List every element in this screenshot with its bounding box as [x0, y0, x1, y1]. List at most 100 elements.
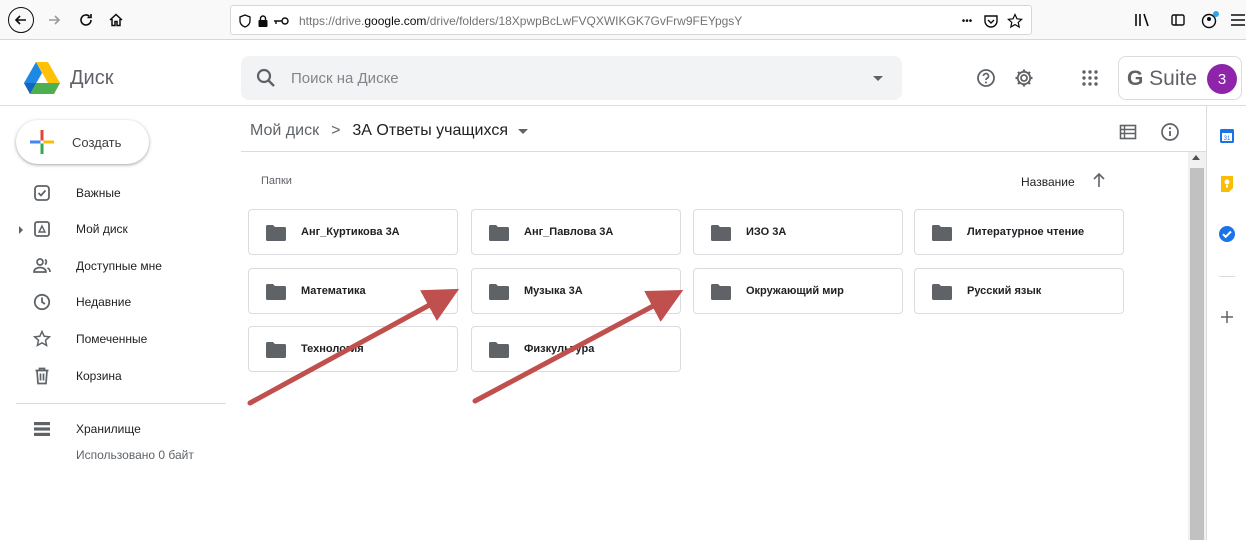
back-arrow-icon[interactable]: [8, 7, 34, 33]
folder-card[interactable]: Окружающий мир: [693, 268, 903, 314]
folder-name: ИЗО 3А: [746, 226, 787, 238]
people-icon: [32, 256, 52, 276]
side-panel-divider: [1219, 276, 1235, 277]
scrollbar-thumb[interactable]: [1190, 168, 1204, 540]
pocket-icon[interactable]: [983, 13, 999, 29]
folder-name: Музыка 3А: [524, 285, 583, 297]
info-icon[interactable]: [1159, 121, 1181, 143]
sidebar-item-storage[interactable]: Хранилище: [0, 414, 226, 446]
trash-icon: [32, 366, 52, 386]
drive-icon: [32, 219, 52, 239]
sidebar-item-my-drive[interactable]: Мой диск: [0, 214, 226, 246]
search-input[interactable]: [291, 66, 851, 90]
create-button[interactable]: Создать: [16, 120, 149, 164]
star-icon: [32, 329, 52, 349]
sidebar-item-label: Хранилище: [76, 422, 141, 436]
sidebar-toggle-icon[interactable]: [1168, 10, 1188, 30]
sidebar-item-priority[interactable]: Важные: [0, 178, 226, 210]
list-view-icon[interactable]: [1117, 121, 1139, 143]
browser-toolbar: https://drive.google.com/drive/folders/1…: [0, 0, 1246, 40]
breadcrumb-separator: >: [331, 122, 341, 139]
folder-name: Технология: [301, 343, 364, 355]
sidebar-item-recent[interactable]: Недавние: [0, 287, 226, 319]
folder-icon: [489, 284, 509, 300]
key-icon[interactable]: [273, 13, 289, 29]
folder-icon: [711, 284, 731, 300]
shield-icon[interactable]: [237, 13, 253, 29]
plus-icon: [30, 130, 54, 154]
url-bar[interactable]: https://drive.google.com/drive/folders/1…: [230, 5, 1032, 35]
expand-arrow-icon[interactable]: [19, 226, 23, 234]
arrow-up-icon[interactable]: [1091, 171, 1107, 189]
checkbox-icon: [32, 183, 52, 203]
url-text[interactable]: https://drive.google.com/drive/folders/1…: [299, 14, 742, 28]
calendar-icon[interactable]: 31: [1217, 126, 1237, 146]
folder-name: Русский язык: [967, 285, 1042, 297]
forward-arrow-icon[interactable]: [42, 8, 66, 32]
folder-name: Анг_Павлова 3А: [524, 226, 614, 238]
folder-card[interactable]: Литературное чтение: [914, 209, 1124, 255]
folder-name: Анг_Куртикова 3А: [301, 226, 400, 238]
avatar[interactable]: 3: [1207, 64, 1237, 94]
search-options-icon[interactable]: [873, 76, 883, 81]
reload-icon[interactable]: [74, 8, 98, 32]
folder-name: Окружающий мир: [746, 285, 844, 297]
sort-by-name-button[interactable]: Название: [1021, 175, 1075, 189]
folder-icon: [489, 225, 509, 241]
folder-icon: [266, 342, 286, 358]
create-button-label: Создать: [72, 135, 122, 150]
sidebar-item-label: Недавние: [76, 295, 132, 309]
folder-card[interactable]: Музыка 3А: [471, 268, 681, 314]
more-icon[interactable]: •••: [959, 13, 975, 29]
apps-grid-icon[interactable]: [1077, 65, 1103, 91]
sidebar-item-label: Доступные мне: [76, 259, 162, 273]
settings-gear-icon[interactable]: [1011, 65, 1037, 91]
breadcrumb: Мой диск > 3А Ответы учащихся: [250, 122, 528, 140]
sidebar-item-shared[interactable]: Доступные мне: [0, 251, 226, 283]
drive-header: Диск G Suite 3: [0, 40, 1246, 106]
side-panel: 31: [1206, 106, 1246, 540]
breadcrumb-current-folder[interactable]: 3А Ответы учащихся: [352, 122, 508, 140]
folder-name: Литературное чтение: [967, 226, 1085, 238]
account-icon[interactable]: [1200, 10, 1220, 30]
folder-icon: [932, 284, 952, 300]
sidebar-item-label: Важные: [76, 186, 121, 200]
sidebar-divider: [16, 403, 226, 404]
add-addon-plus-icon[interactable]: [1217, 307, 1237, 327]
chevron-down-icon[interactable]: [517, 128, 528, 134]
folder-name: Физкультура: [524, 343, 595, 355]
folder-name: Математика: [301, 285, 366, 297]
menu-icon[interactable]: [1228, 10, 1246, 30]
folder-card[interactable]: Русский язык: [914, 268, 1124, 314]
folder-card[interactable]: Математика: [248, 268, 458, 314]
folder-icon: [711, 225, 731, 241]
folder-card[interactable]: Технология: [248, 326, 458, 372]
search-icon[interactable]: [255, 67, 277, 89]
lock-icon[interactable]: [255, 13, 271, 29]
folder-card[interactable]: ИЗО 3А: [693, 209, 903, 255]
library-icon[interactable]: [1133, 10, 1153, 30]
search-box[interactable]: [241, 56, 902, 100]
main-divider: [241, 151, 1206, 152]
sidebar-item-starred[interactable]: Помеченные: [0, 324, 226, 356]
scroll-up-arrow-icon[interactable]: [1192, 155, 1200, 160]
drive-logo-icon[interactable]: [24, 62, 60, 94]
folders-section-label: Папки: [261, 175, 292, 187]
sidebar-item-trash[interactable]: Корзина: [0, 361, 226, 393]
sidebar-item-label: Помеченные: [76, 332, 148, 346]
breadcrumb-root[interactable]: Мой диск: [250, 122, 319, 140]
gsuite-logo-text: G Suite: [1127, 67, 1198, 90]
folder-card[interactable]: Анг_Куртикова 3А: [248, 209, 458, 255]
folder-icon: [266, 284, 286, 300]
folder-card[interactable]: Анг_Павлова 3А: [471, 209, 681, 255]
home-icon[interactable]: [104, 8, 128, 32]
keep-icon[interactable]: [1217, 174, 1237, 194]
folder-icon: [932, 225, 952, 241]
folder-card[interactable]: Физкультура: [471, 326, 681, 372]
gsuite-account-button[interactable]: G Suite 3: [1118, 56, 1242, 100]
clock-icon: [32, 292, 52, 312]
drive-logo-text[interactable]: Диск: [70, 67, 113, 90]
help-icon[interactable]: [973, 65, 999, 91]
tasks-icon[interactable]: [1217, 224, 1237, 244]
bookmark-star-icon[interactable]: [1007, 13, 1023, 29]
